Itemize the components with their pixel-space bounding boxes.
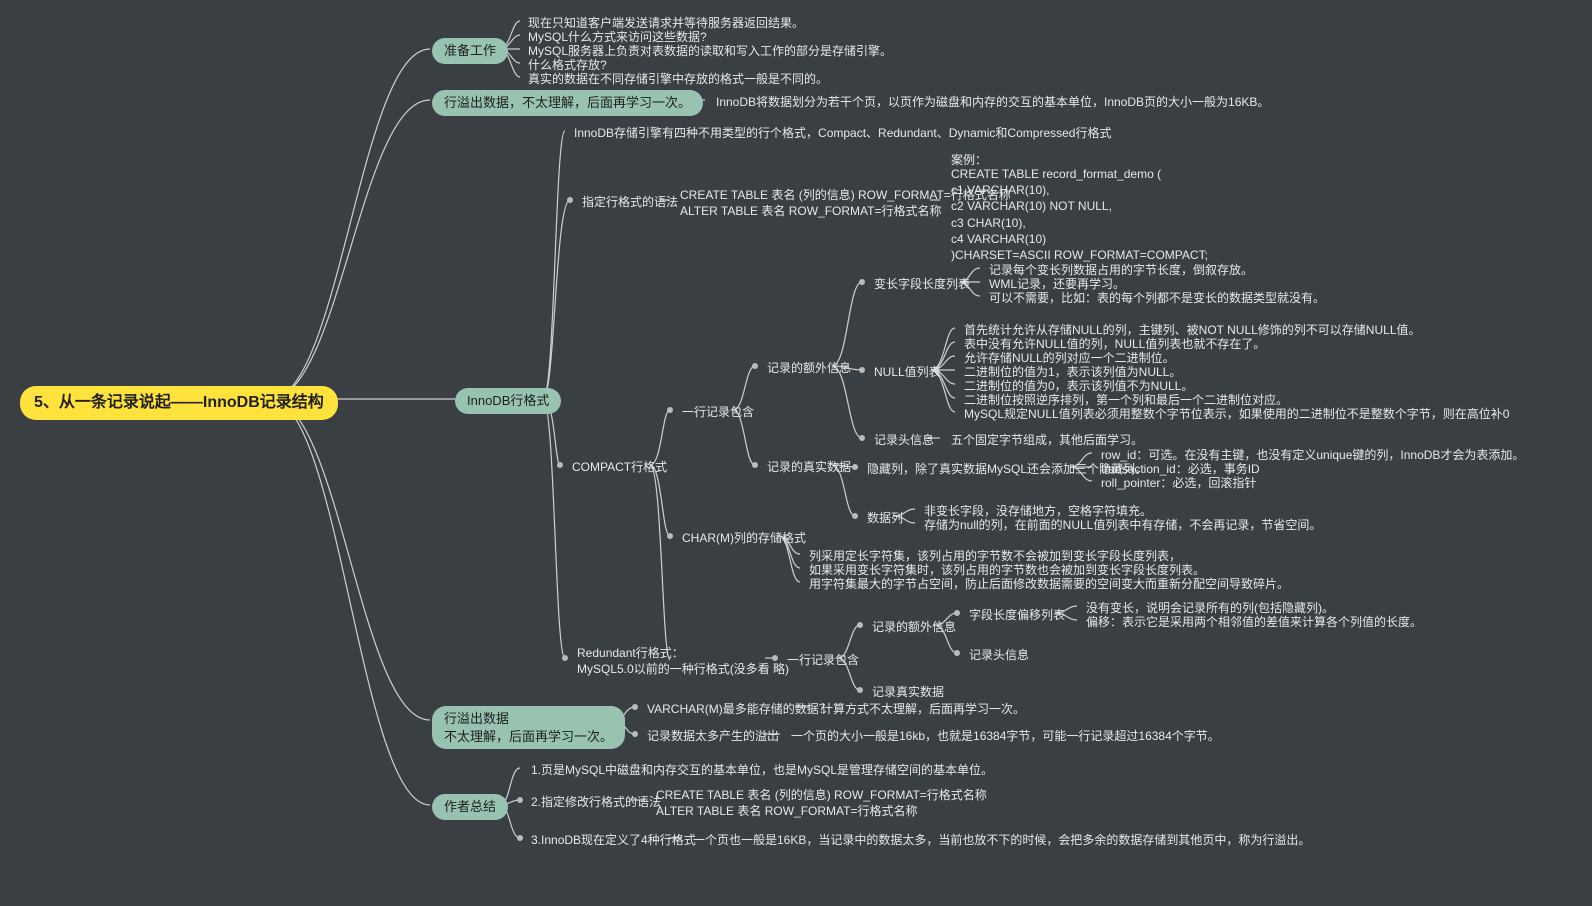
row-format-intro: InnoDB存储引擎有四种不用类型的行个格式，Compact、Redundant…: [568, 124, 1117, 142]
summary-p3-title: 3.InnoDB现在定义了4种行格式: [525, 831, 702, 849]
branch-prep[interactable]: 准备工作: [432, 38, 508, 64]
branch-overflow-bottom[interactable]: 行溢出数据 不太理解，后面再学习一次。: [432, 706, 625, 749]
mindmap-canvas[interactable]: { "root": "5、从一条记录说起——InnoDB记录结构", "b1":…: [0, 0, 1592, 906]
summary-p2-title: 2.指定修改行格式的语法: [525, 793, 667, 811]
dot: [567, 197, 573, 203]
summary-p3-text: 一个页也一般是16KB，当记录中的数据太多，当前也放不下的时候，会把多余的数据存…: [687, 831, 1316, 849]
varlen-line-2: 可以不需要，比如：表的每个列都不是变长的数据类型就没有。: [983, 289, 1331, 307]
dot: [954, 650, 960, 656]
dot: [517, 797, 523, 803]
branch-overflow-top[interactable]: 行溢出数据，不太理解，后面再学习一次。: [432, 90, 703, 116]
dot: [857, 687, 863, 693]
root-node[interactable]: 5、从一条记录说起——InnoDB记录结构: [20, 386, 338, 420]
syntax-example: CREATE TABLE record_format_demo ( c1 VAR…: [945, 165, 1214, 264]
offset-line-1: 偏移：表示它是采用两个相邻值的差值来计算各个列值的长度。: [1080, 613, 1428, 631]
overflow-text: 一个页的大小一般是16kb，也就是16384字节，可能一行记录超过16384个字…: [785, 727, 1226, 745]
dot: [667, 407, 673, 413]
redundant-row-contains: 一行记录包含: [781, 651, 865, 669]
prep-line-4: 真实的数据在不同存储引擎中存放的格式一般是不同的。: [522, 70, 834, 88]
compact-extra: 记录的额外信息: [761, 359, 857, 377]
overflow-top-text: InnoDB将数据划分为若干个页，以页作为磁盘和内存的交互的基本单位，InnoD…: [710, 93, 1275, 111]
dot: [859, 279, 865, 285]
summary-p2-lines: CREATE TABLE 表名 (列的信息) ROW_FORMAT=行格式名称 …: [650, 786, 993, 820]
dot: [632, 704, 638, 710]
overflow-title: 记录数据太多产生的溢出: [641, 727, 785, 745]
dot: [857, 622, 863, 628]
dot: [772, 655, 778, 661]
nulls-title: NULL值列表: [868, 363, 947, 381]
dot: [562, 655, 568, 661]
dot: [752, 363, 758, 369]
charm-title: CHAR(M)列的存储格式: [676, 529, 812, 547]
syntax-title: 指定行格式的语法: [576, 193, 684, 211]
root-text: 5、从一条记录说起——InnoDB记录结构: [34, 394, 324, 411]
dot: [752, 462, 758, 468]
dot: [852, 464, 858, 470]
dot: [557, 462, 563, 468]
dot: [954, 610, 960, 616]
summary-p1: 1.页是MySQL中磁盘和内存交互的基本单位，也是MySQL是管理存储空间的基本…: [525, 761, 999, 779]
real-title: 记录的真实数据: [761, 458, 857, 476]
dot: [859, 367, 865, 373]
offset-title: 字段长度偏移列表: [963, 606, 1071, 624]
dot: [852, 513, 858, 519]
dot: [517, 835, 523, 841]
compact-row-contains: 一行记录包含: [676, 403, 760, 421]
datacol-title: 数据列: [861, 509, 909, 527]
varchar-title: VARCHAR(M)最多能存储的数据？: [641, 700, 837, 718]
compact-title: COMPACT行格式: [566, 458, 673, 476]
hidden-line-2: roll_pointer：必选，回滚指针: [1095, 474, 1262, 492]
redundant-real: 记录真实数据: [866, 683, 950, 701]
redundant-header: 记录头信息: [963, 646, 1035, 664]
dot: [667, 533, 673, 539]
branch-author-summary[interactable]: 作者总结: [432, 794, 508, 820]
datacol-line-1: 存储为null的列，在前面的NULL值列表中有存储，不会再记录，节省空间。: [918, 516, 1327, 534]
dot: [632, 731, 638, 737]
redundant-extra: 记录的额外信息: [866, 618, 962, 636]
dot: [859, 435, 865, 441]
branch-row-format[interactable]: InnoDB行格式: [455, 388, 561, 414]
redundant-title: Redundant行格式： MySQL5.0以前的一种行格式(没多看 略): [571, 644, 795, 678]
nulls-line-6: MySQL规定NULL值列表必须用整数个字节位表示，如果使用的二进制位不是整数个…: [958, 405, 1515, 423]
charm-line-2: 用字符集最大的字节占空间，防止后面修改数据需要的空间变大而重新分配空间导致碎片。: [803, 575, 1295, 593]
varchar-text: 计算方式不太理解，后面再学习一次。: [815, 700, 1031, 718]
varlen-title: 变长字段长度列表: [868, 275, 976, 293]
header-title: 记录头信息: [868, 431, 940, 449]
